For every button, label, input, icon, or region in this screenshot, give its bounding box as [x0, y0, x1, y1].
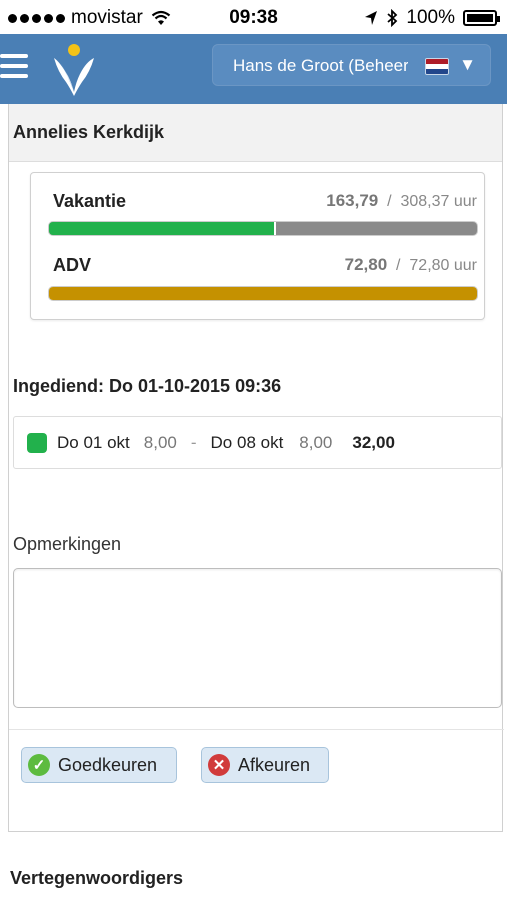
balance-row-vakantie: Vakantie 163,79 / 308,37 uur: [47, 191, 477, 211]
range-dash: -: [190, 432, 197, 452]
balance-bar-vakantie: [48, 221, 478, 236]
reject-label: Afkeuren: [238, 754, 311, 775]
balance-separator: /: [387, 193, 392, 210]
battery-percentage: 100%: [406, 7, 455, 28]
employee-name: Annelies Kerkdijk: [9, 104, 502, 162]
bluetooth-icon: [387, 9, 398, 27]
netherlands-flag-icon: [425, 58, 449, 75]
cross-icon: ✕: [208, 754, 230, 776]
balance-values: 72,80 / 72,80 uur: [345, 255, 477, 275]
status-indicator: [27, 432, 47, 453]
to-hours: 8,00: [299, 432, 333, 452]
leave-period-row[interactable]: Do 01 okt 8,00 - Do 08 okt 8,00 32,00: [13, 416, 502, 469]
balance-total: 72,80 uur: [409, 257, 477, 274]
balance-bar-adv: [48, 286, 478, 301]
divider: [9, 729, 504, 730]
reject-button[interactable]: ✕ Afkeuren: [201, 747, 329, 783]
leave-balances: Vakantie 163,79 / 308,37 uur ADV 72,80 /…: [30, 172, 485, 320]
approve-button[interactable]: ✓ Goedkeuren: [21, 747, 177, 783]
balance-label: Vakantie: [53, 191, 127, 211]
from-date: Do 01 okt: [57, 432, 130, 452]
remarks-label: Opmerkingen: [13, 534, 122, 554]
status-bar: movistar 09:38 100%: [0, 0, 507, 34]
representatives-heading: Vertegenwoordigers: [10, 868, 184, 888]
balance-bar-fill: [49, 287, 477, 300]
approve-label: Goedkeuren: [58, 754, 158, 775]
app-logo: [54, 44, 94, 96]
balance-label: ADV: [53, 255, 92, 275]
user-selector-name: Hans de Groot (Beheerder): [233, 56, 408, 75]
balance-row-adv: ADV 72,80 / 72,80 uur: [47, 255, 477, 275]
flag-band-bottom: [426, 68, 448, 74]
balance-used: 72,80: [344, 255, 388, 274]
to-date: Do 08 okt: [210, 432, 284, 452]
balance-total: 308,37 uur: [400, 193, 477, 210]
request-panel: Annelies Kerkdijk Vakantie 163,79 / 308,…: [8, 104, 504, 832]
location-arrow-icon: [365, 11, 378, 25]
balance-separator: /: [396, 257, 401, 274]
submitted-timestamp: Ingediend: Do 01-10-2015 09:36: [13, 376, 282, 396]
app-header: Hans de Groot (Beheerder) ▼: [0, 34, 507, 104]
hamburger-menu-icon[interactable]: [0, 54, 28, 82]
balance-values: 163,79 / 308,37 uur: [326, 191, 477, 211]
checkmark-icon: ✓: [28, 754, 50, 776]
balance-used: 163,79: [326, 191, 379, 210]
main-content: Annelies Kerkdijk Vakantie 163,79 / 308,…: [0, 104, 507, 900]
status-right: 100%: [364, 7, 500, 29]
total-hours: 32,00: [352, 432, 395, 452]
user-selector[interactable]: Hans de Groot (Beheerder) ▼: [212, 44, 491, 86]
balance-bar-fill: [49, 222, 277, 235]
battery-icon: [463, 10, 500, 26]
remarks-field[interactable]: [13, 568, 502, 708]
dropdown-caret-icon: ▼: [459, 55, 476, 74]
from-hours: 8,00: [143, 432, 177, 452]
